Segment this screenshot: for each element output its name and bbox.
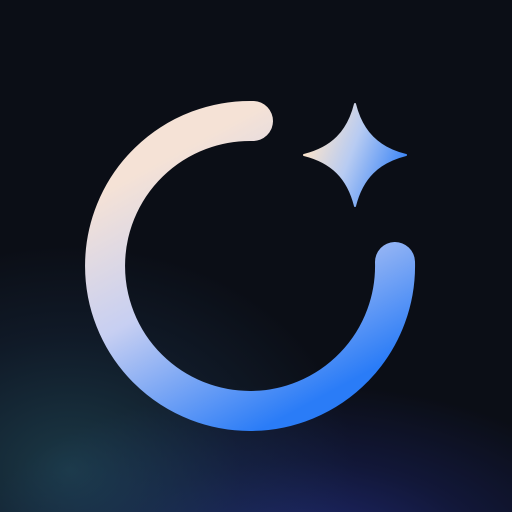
sparkle-icon (303, 103, 407, 207)
app-icon (0, 0, 512, 512)
logo-mark (85, 100, 416, 431)
